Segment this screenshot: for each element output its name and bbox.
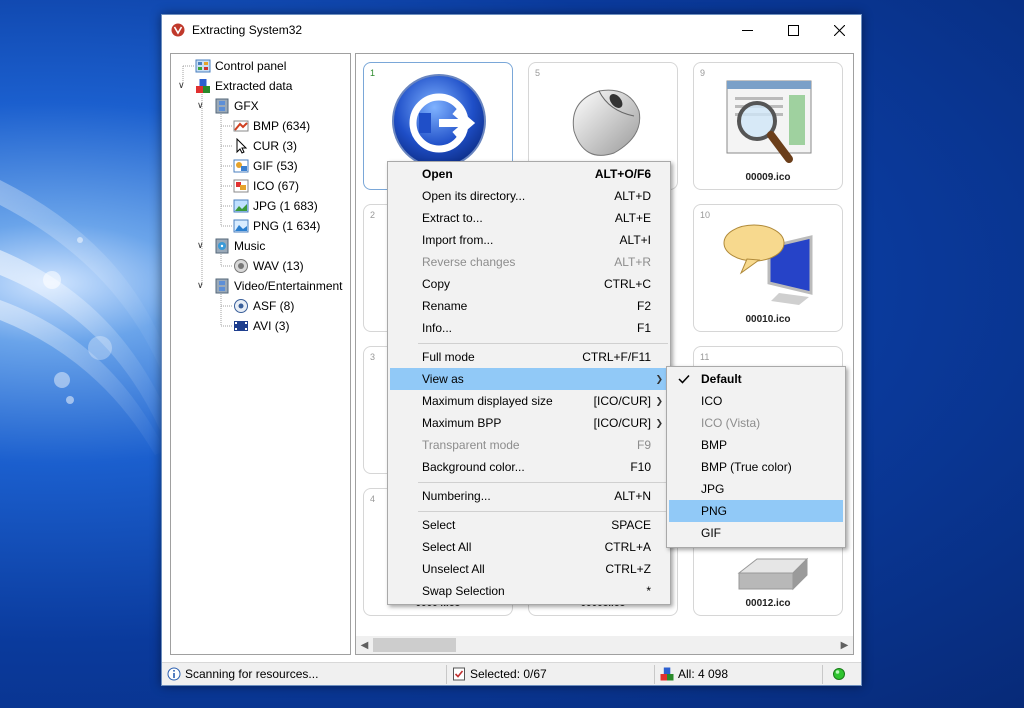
extracted-data-icon xyxy=(196,79,210,93)
menu-item-max-bpp[interactable]: Maximum BPP [ICO/CUR] ❯ xyxy=(390,412,668,434)
monitor-speech-icon xyxy=(723,224,813,305)
checklist-icon xyxy=(453,667,465,681)
status-led-icon xyxy=(833,668,845,680)
close-icon xyxy=(833,24,845,36)
submenu-item-gif[interactable]: GIF xyxy=(669,522,843,544)
status-scanning: Scanning for resources... xyxy=(167,663,318,685)
close-button[interactable] xyxy=(816,15,862,45)
status-bar: Scanning for resources... Selected: 0/67… xyxy=(162,662,861,685)
tree-item-asf[interactable]: ASF (8) xyxy=(233,297,294,315)
minimize-icon xyxy=(741,29,753,31)
tree-item-wav[interactable]: WAV (13) xyxy=(233,257,304,275)
window-title: Extracting System32 xyxy=(192,23,303,37)
context-menu[interactable]: Open ALT+O/F6 Open its directory... ALT+D … xyxy=(387,161,671,605)
tree-item-extracted-data[interactable]: Extracted data xyxy=(195,77,292,95)
maximize-icon xyxy=(787,24,799,36)
scroll-left-button[interactable]: ◀ xyxy=(356,636,373,654)
menu-item-extract-to[interactable]: Extract to... ALT+E xyxy=(390,207,668,229)
asf-icon xyxy=(234,299,248,313)
tree-item-ico[interactable]: ICO (67) xyxy=(233,177,299,195)
submenu-arrow-icon: ❯ xyxy=(655,395,663,406)
submenu-item-bmp-true-color[interactable]: BMP (True color) xyxy=(669,456,843,478)
submenu-item-ico-vista: ICO (Vista) xyxy=(701,416,761,430)
checkmark-icon xyxy=(678,374,690,384)
cursor-icon xyxy=(236,138,248,154)
film-icon xyxy=(215,98,229,114)
magnifier-document-icon xyxy=(726,80,812,163)
avi-icon xyxy=(234,321,248,331)
start-orb-icon xyxy=(392,74,486,168)
mouse-icon xyxy=(572,89,641,156)
tree-item-gif[interactable]: GIF (53) xyxy=(233,157,298,175)
tree-item-music[interactable]: Music xyxy=(214,237,265,255)
status-separator xyxy=(654,665,655,684)
status-selected: Selected: 0/67 xyxy=(452,663,547,685)
submenu-arrow-icon: ❯ xyxy=(655,417,663,428)
menu-item-transparent-mode: Transparent mode F9 xyxy=(422,438,651,452)
menu-item-view-as[interactable]: View as ❯ xyxy=(390,368,668,390)
menu-item-reverse-changes: Reverse changes ALT+R xyxy=(422,255,651,269)
menu-item-rename[interactable]: Rename F2 xyxy=(390,295,668,317)
menu-item-unselect-all[interactable]: Unselect All CTRL+Z xyxy=(390,558,668,580)
tree-item-cur[interactable]: CUR (3) xyxy=(233,137,297,155)
menu-item-select-all[interactable]: Select All CTRL+A xyxy=(390,536,668,558)
status-separator xyxy=(446,665,447,684)
tree-expand-icon[interactable]: ∨ xyxy=(197,100,204,111)
minimize-button[interactable] xyxy=(724,15,770,45)
jpg-icon xyxy=(233,199,249,213)
extracted-data-icon xyxy=(660,667,674,681)
bmp-icon xyxy=(233,120,249,132)
status-all: All: 4 098 xyxy=(660,663,728,685)
submenu-item-bmp[interactable]: BMP xyxy=(669,434,843,456)
scroll-thumb[interactable] xyxy=(373,638,456,652)
maximize-button[interactable] xyxy=(770,15,816,45)
ico-icon xyxy=(233,179,249,193)
control-panel-icon xyxy=(195,59,211,73)
thumbnail-tile[interactable]: 10 00010.ico xyxy=(693,204,843,332)
menu-item-open-directory[interactable]: Open its directory... ALT+D xyxy=(390,185,668,207)
music-icon xyxy=(215,238,229,254)
info-icon xyxy=(167,667,181,681)
menu-separator xyxy=(418,482,668,483)
scroll-right-button[interactable]: ▶ xyxy=(836,636,853,654)
menu-item-background-color[interactable]: Background color... F10 xyxy=(390,456,668,478)
menu-separator xyxy=(418,511,668,512)
view-as-submenu[interactable]: Default ICO ICO (Vista) BMP BMP (True co… xyxy=(666,366,846,548)
tree-expand-icon[interactable]: ∨ xyxy=(178,80,185,91)
tree-item-control-panel[interactable]: Control panel xyxy=(195,57,286,75)
tree-item-video[interactable]: Video/Entertainment xyxy=(214,277,343,295)
tree-expand-icon[interactable]: ∨ xyxy=(197,240,204,251)
tree-item-png[interactable]: PNG (1 634) xyxy=(233,217,320,235)
tree-item-gfx[interactable]: GFX xyxy=(214,97,259,115)
speaker-icon xyxy=(234,259,248,273)
menu-item-numbering[interactable]: Numbering... ALT+N xyxy=(390,485,668,507)
menu-item-open[interactable]: Open ALT+O/F6 xyxy=(390,163,668,185)
status-separator xyxy=(822,665,823,684)
tree-item-jpg[interactable]: JPG (1 683) xyxy=(233,197,318,215)
menu-item-swap-selection[interactable]: Swap Selection * xyxy=(390,580,668,602)
submenu-item-default[interactable]: Default xyxy=(669,368,843,390)
gif-icon xyxy=(233,159,249,173)
menu-item-info[interactable]: Info... F1 xyxy=(390,317,668,339)
tree-expand-icon[interactable]: ∨ xyxy=(197,280,204,291)
menu-item-full-mode[interactable]: Full mode CTRL+F/F11 xyxy=(390,346,668,368)
app-icon xyxy=(171,23,185,37)
film-icon xyxy=(215,278,229,294)
horizontal-scrollbar[interactable]: ◀ ▶ xyxy=(356,636,853,654)
menu-item-select[interactable]: Select SPACE xyxy=(390,514,668,536)
submenu-item-ico[interactable]: ICO xyxy=(669,390,843,412)
submenu-item-jpg[interactable]: JPG xyxy=(669,478,843,500)
resource-tree[interactable]: Control panel ∨ Extracted data ∨ GFX BMP… xyxy=(170,53,351,655)
title-bar[interactable]: Extracting System32 xyxy=(162,15,861,46)
menu-separator xyxy=(418,343,668,344)
thumbnail-tile[interactable]: 9 00009.ico xyxy=(693,62,843,190)
tree-item-avi[interactable]: AVI (3) xyxy=(233,317,289,335)
png-icon xyxy=(233,219,249,233)
menu-item-max-displayed-size[interactable]: Maximum displayed size [ICO/CUR] ❯ xyxy=(390,390,668,412)
submenu-item-png[interactable]: PNG xyxy=(669,500,843,522)
menu-item-copy[interactable]: Copy CTRL+C xyxy=(390,273,668,295)
tree-item-bmp[interactable]: BMP (634) xyxy=(233,117,310,135)
submenu-arrow-icon: ❯ xyxy=(655,373,663,384)
menu-item-import-from[interactable]: Import from... ALT+I xyxy=(390,229,668,251)
